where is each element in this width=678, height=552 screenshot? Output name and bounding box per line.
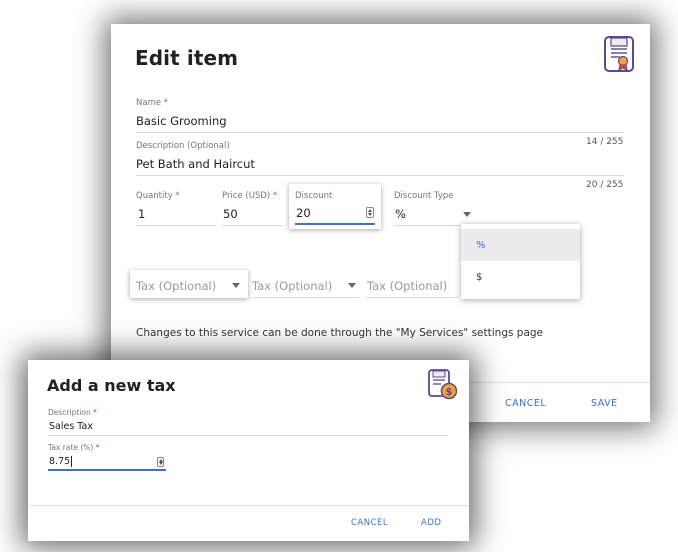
tax-rate-label-text: Tax rate (%) [48, 443, 94, 452]
add-button[interactable]: ADD [421, 518, 441, 528]
save-button[interactable]: SAVE [591, 398, 618, 409]
tax-rate-stepper[interactable] [157, 457, 164, 467]
quantity-input[interactable]: 1 [138, 207, 145, 221]
price-underline [222, 225, 284, 226]
cancel-button[interactable]: CANCEL [351, 518, 388, 528]
tax-select-2-underline [251, 297, 359, 298]
discount-type-menu: % $ [461, 224, 580, 299]
required-mark: * [93, 408, 97, 417]
menu-option-dollar[interactable]: $ [461, 261, 580, 293]
description-input[interactable]: Pet Bath and Haircut [136, 157, 255, 171]
dialog-title: Add a new tax [47, 376, 176, 395]
name-input[interactable]: Basic Grooming [136, 114, 227, 128]
tax-select-1[interactable]: Tax (Optional) [130, 270, 248, 298]
discount-input[interactable]: 20 [296, 206, 311, 220]
dialog-title: Edit item [135, 46, 239, 70]
chevron-down-icon[interactable] [463, 212, 471, 217]
quantity-underline [136, 225, 216, 226]
chevron-down-icon[interactable] [232, 283, 240, 288]
discount-type-select[interactable]: % [395, 207, 406, 221]
discount-label: Discount [295, 191, 333, 201]
tax-select-3[interactable]: Tax (Optional) [367, 279, 447, 293]
certificate-document-icon [604, 36, 634, 72]
cancel-button[interactable]: CANCEL [505, 398, 546, 409]
price-input[interactable]: 50 [223, 207, 238, 221]
name-underline [136, 132, 624, 133]
svg-text:$: $ [446, 387, 453, 398]
tax-rate-input[interactable]: 8.75 [49, 456, 73, 467]
invoice-dollar-icon: $ [428, 369, 458, 400]
add-tax-dialog: Add a new tax $ Description * Sales Tax … [28, 360, 469, 541]
tax-select-3-underline [366, 297, 458, 298]
discount-underline-active [295, 223, 375, 225]
description-counter: 20 / 255 [586, 180, 624, 190]
menu-option-percent[interactable]: % [461, 229, 580, 261]
price-label: Price (USD) * [222, 191, 278, 201]
quantity-label: Quantity * [136, 191, 180, 201]
tax-rate-label: Tax rate (%) * [48, 443, 100, 452]
tax-description-input[interactable]: Sales Tax [49, 421, 93, 432]
tax-select-2[interactable]: Tax (Optional) [252, 279, 332, 293]
description-underline [136, 175, 624, 176]
tax-description-underline [48, 435, 448, 436]
required-mark: * [95, 443, 100, 452]
tax-select-1-placeholder: Tax (Optional) [136, 279, 217, 293]
tax-description-label-text: Description [48, 408, 91, 417]
discount-stepper[interactable] [366, 207, 374, 218]
chevron-down-icon[interactable] [348, 283, 356, 288]
discount-field[interactable]: Discount 20 [289, 184, 381, 229]
name-label: Name * [136, 98, 169, 108]
footer-divider [28, 505, 469, 506]
info-text: Changes to this service can be done thro… [136, 327, 544, 339]
discount-type-label: Discount Type [394, 191, 454, 201]
name-counter: 14 / 255 [586, 137, 624, 147]
tax-rate-underline-active [48, 469, 166, 471]
description-label: Description (Optional) [136, 141, 230, 151]
stage: Edit item Name * Basic Grooming 14 / 255… [0, 0, 678, 552]
tax-description-label: Description * [48, 408, 97, 417]
